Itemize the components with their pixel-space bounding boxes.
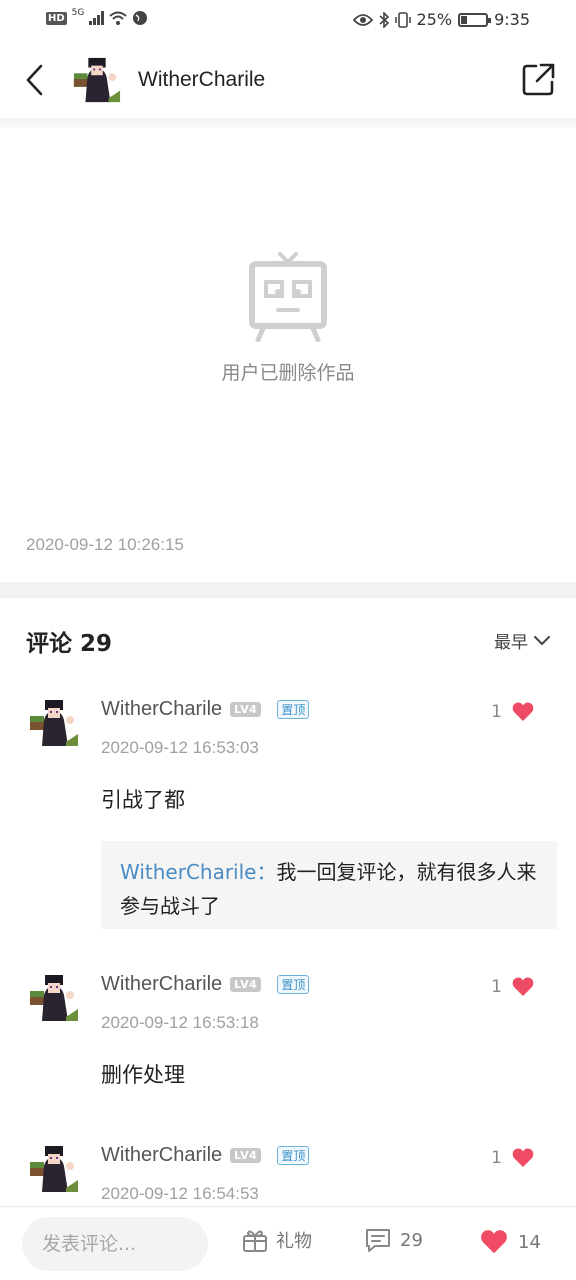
comments-header: 评论 29 最早 — [0, 598, 576, 678]
avatar[interactable] — [28, 1144, 80, 1196]
avatar[interactable] — [28, 973, 80, 1025]
comment-like-count: 1 — [491, 1148, 502, 1168]
comment-count: 29 — [400, 1229, 423, 1251]
comment-text: 引战了都 — [101, 788, 185, 812]
hd-badge: HD — [46, 11, 67, 25]
comment-text: 删作处理 — [101, 1063, 185, 1087]
section-divider — [0, 582, 576, 598]
comment-item: WitherCharile LV4 置顶 1 2020-09-12 16:53:… — [0, 698, 576, 938]
bluetooth-icon — [378, 11, 389, 28]
comment-like-button[interactable]: 1 — [491, 700, 536, 724]
avatar[interactable] — [72, 56, 122, 106]
wifi-icon — [109, 11, 128, 25]
comment-time: 2020-09-12 16:53:18 — [101, 1013, 259, 1032]
comment-like-button[interactable]: 1 — [491, 975, 536, 999]
gift-icon — [243, 1230, 267, 1252]
comment-username[interactable]: WitherCharile — [101, 1144, 222, 1167]
pinned-badge: 置顶 — [277, 1146, 310, 1165]
like-count: 14 — [518, 1231, 541, 1253]
eye-icon — [352, 13, 373, 26]
network-type: 5G — [71, 8, 85, 18]
comment-like-count: 1 — [491, 977, 502, 997]
sort-dropdown[interactable]: 最早 — [494, 628, 550, 653]
top-nav: WitherCharile — [0, 42, 576, 118]
reply-preview[interactable]: WitherCharile：我一回复评论，就有很多人来参与战斗了 — [101, 841, 557, 929]
comment-icon — [366, 1229, 390, 1252]
gift-label: 礼物 — [276, 1231, 312, 1252]
comments-title: 评论 29 — [26, 631, 113, 657]
level-badge: LV4 — [230, 702, 262, 717]
share-button[interactable] — [520, 62, 556, 98]
globe-icon — [133, 11, 148, 25]
chevron-down-icon — [534, 635, 550, 645]
sort-label: 最早 — [494, 633, 528, 653]
comment-username[interactable]: WitherCharile — [101, 698, 222, 721]
deleted-message: 用户已删除作品 — [221, 362, 355, 384]
chevron-left-icon — [26, 64, 43, 96]
like-button[interactable]: 14 — [478, 1227, 541, 1257]
heart-icon — [512, 702, 534, 721]
vibrate-icon — [394, 11, 411, 28]
share-external-icon — [522, 63, 555, 96]
comment-item: WitherCharile LV4 置顶 1 2020-09-12 16:53:… — [0, 973, 576, 1113]
back-button[interactable] — [18, 60, 50, 100]
pinned-badge: 置顶 — [277, 975, 310, 994]
comment-item: WitherCharile LV4 置顶 1 2020-09-12 16:54:… — [0, 1144, 576, 1206]
header-divider — [0, 118, 576, 128]
heart-icon — [481, 1230, 507, 1254]
comments-button[interactable]: 29 — [364, 1227, 423, 1253]
status-bar: HD 5G 25% 9:35 — [0, 0, 576, 42]
pinned-badge: 置顶 — [277, 700, 310, 719]
comment-input[interactable] — [22, 1217, 208, 1271]
bottom-action-bar: 礼物 29 14 — [0, 1206, 576, 1280]
deleted-tv-icon — [249, 252, 327, 342]
header-username[interactable]: WitherCharile — [138, 68, 265, 92]
signal-icon — [89, 11, 105, 25]
avatar[interactable] — [28, 698, 80, 750]
comment-time: 2020-09-12 16:53:03 — [101, 738, 259, 757]
comment-time: 2020-09-12 16:54:53 — [101, 1184, 259, 1203]
heart-icon — [512, 977, 534, 996]
comment-like-button[interactable]: 1 — [491, 1146, 536, 1170]
level-badge: LV4 — [230, 1148, 262, 1163]
level-badge: LV4 — [230, 977, 262, 992]
comment-username[interactable]: WitherCharile — [101, 973, 222, 996]
heart-icon — [512, 1148, 534, 1167]
clock: 9:35 — [494, 10, 530, 29]
post-content: 用户已删除作品 2020-09-12 10:26:15 — [0, 128, 576, 582]
reply-username[interactable]: WitherCharile： — [120, 860, 276, 884]
battery-icon — [458, 12, 492, 27]
post-timestamp: 2020-09-12 10:26:15 — [26, 535, 184, 554]
gift-button[interactable]: 礼物 — [242, 1227, 312, 1253]
comment-like-count: 1 — [491, 702, 502, 722]
battery-percent: 25% — [416, 10, 453, 29]
